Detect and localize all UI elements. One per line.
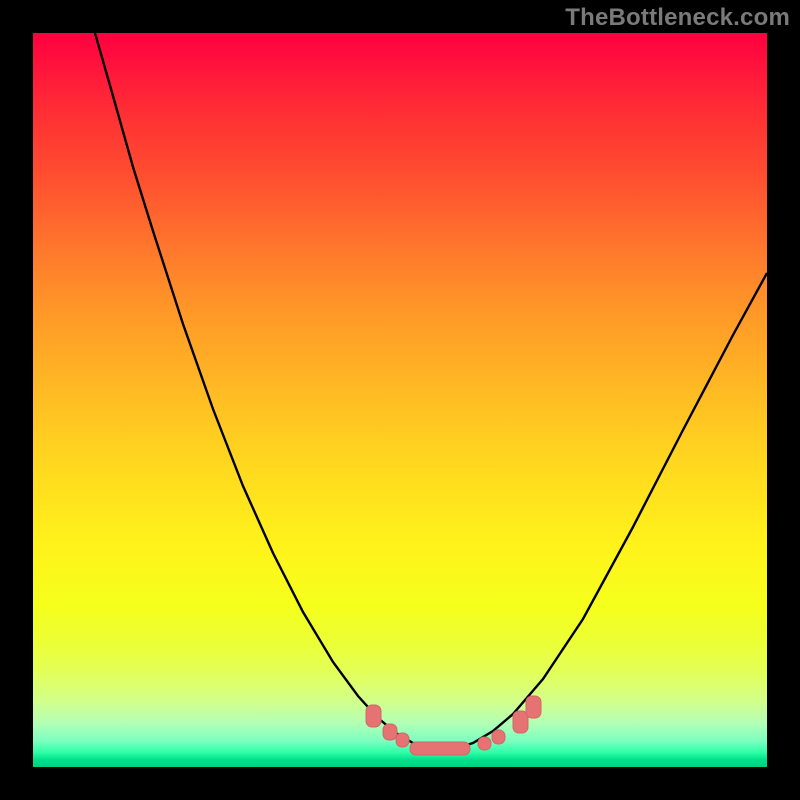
valley-marker (478, 737, 491, 750)
valley-marker (492, 730, 505, 744)
bottleneck-curve (33, 33, 767, 767)
valley-marker (366, 705, 381, 727)
chart-frame (33, 33, 767, 767)
valley-marker (396, 733, 409, 747)
valley-marker (513, 711, 528, 733)
valley-marker (526, 696, 541, 718)
curve-line (95, 33, 767, 749)
valley-marker (410, 742, 470, 755)
valley-markers (366, 696, 541, 755)
valley-marker (383, 724, 397, 740)
watermark-text: TheBottleneck.com (565, 4, 790, 32)
